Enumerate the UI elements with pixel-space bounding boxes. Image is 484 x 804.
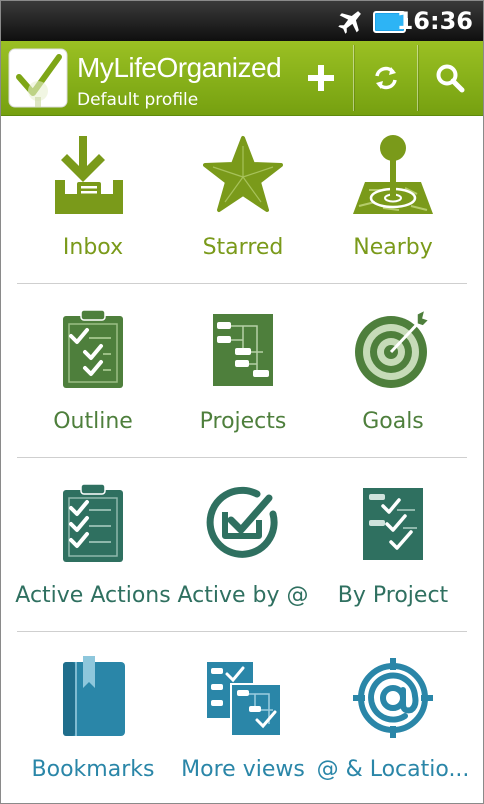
view-label: By Project (337, 583, 449, 608)
grid-row: Active Actions Active by @ By Project (1, 464, 483, 634)
clock: 16:36 (396, 7, 473, 35)
target-icon (355, 308, 431, 388)
view-label: @ & Locatio... (316, 757, 470, 782)
view-by-project[interactable]: By Project (313, 464, 473, 634)
view-projects[interactable]: Projects (163, 290, 323, 460)
view-label: Goals (362, 409, 424, 434)
by-project-icon (363, 488, 423, 560)
sync-button[interactable] (354, 41, 418, 115)
view-nearby[interactable]: Nearby (313, 116, 473, 286)
view-label: Outline (53, 409, 133, 434)
view-goals[interactable]: Goals (313, 290, 473, 460)
grid-row: Outline Projects Goals (1, 290, 483, 460)
view-label: More views (181, 757, 305, 782)
view-active-actions[interactable]: Active Actions (13, 464, 173, 634)
active-by-context-icon (206, 486, 278, 558)
star-icon (203, 136, 283, 212)
projects-diagram-icon (213, 314, 273, 386)
row-divider (17, 283, 467, 284)
view-label: Starred (202, 235, 284, 260)
view-label: Projects (199, 409, 287, 434)
view-label: Active by @ (177, 583, 309, 608)
view-label: Inbox (62, 235, 124, 260)
view-label: Bookmarks (31, 757, 155, 782)
views-grid: Inbox Starred Nearby Outline Projects Go… (1, 116, 483, 803)
action-bar: MyLifeOrganized Default profile (1, 41, 483, 116)
view-inbox[interactable]: Inbox (13, 116, 173, 286)
app-title: MyLifeOrganized (77, 52, 282, 83)
view-outline[interactable]: Outline (13, 290, 173, 460)
inbox-icon (55, 136, 123, 214)
profile-name[interactable]: Default profile (77, 89, 198, 111)
view-starred[interactable]: Starred (163, 116, 323, 286)
airplane-icon (338, 11, 361, 34)
view-contexts-locations[interactable]: @ & Locatio... (313, 638, 473, 803)
view-bookmarks[interactable]: Bookmarks (13, 638, 173, 803)
row-divider (17, 457, 467, 458)
outline-clipboard-icon (63, 309, 123, 388)
active-actions-clipboard-icon (63, 483, 123, 562)
app-logo-icon (8, 48, 68, 108)
search-icon (436, 64, 465, 93)
add-icon (308, 65, 334, 91)
view-label: Active Actions (15, 583, 171, 608)
view-more-views[interactable]: More views (163, 638, 323, 803)
grid-row: Bookmarks More views @ & Locatio... (1, 638, 483, 803)
bookmark-book-icon (63, 656, 125, 736)
nearby-pin-icon (353, 135, 433, 214)
grid-row: Inbox Starred Nearby (1, 116, 483, 286)
row-divider (17, 631, 467, 632)
app-window: 16:36 MyLifeOrganized Default profile In… (0, 0, 484, 804)
view-label: Nearby (353, 235, 433, 260)
status-bar: 16:36 (1, 1, 483, 41)
sync-icon (375, 66, 397, 90)
more-views-icon (207, 662, 282, 737)
view-active-by-context[interactable]: Active by @ (163, 464, 323, 634)
at-location-icon (353, 658, 433, 738)
search-button[interactable] (418, 41, 482, 115)
add-button[interactable] (289, 41, 353, 115)
